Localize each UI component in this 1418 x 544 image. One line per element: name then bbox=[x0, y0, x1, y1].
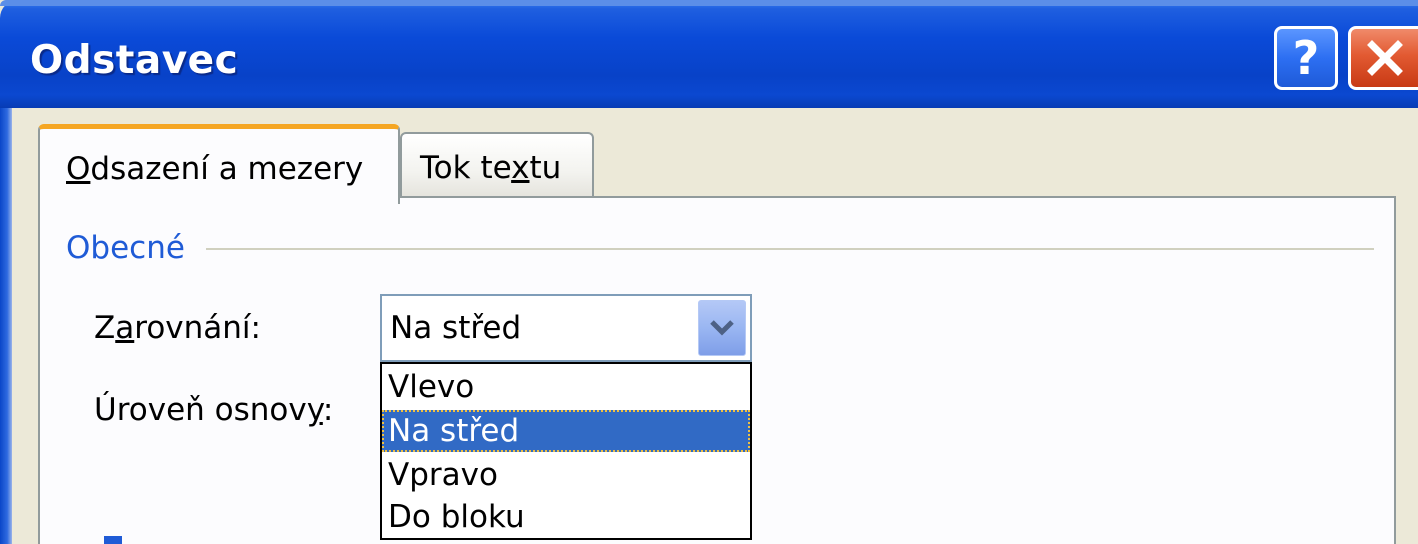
tab-label: Odsazení a mezery bbox=[66, 151, 364, 187]
dropdown-option-right[interactable]: Vpravo bbox=[382, 454, 750, 496]
tab-line-and-page-breaks[interactable]: Tok textu bbox=[400, 132, 594, 198]
paragraph-dialog: Odstavec ? Odsazení a mezery Tok textu O… bbox=[0, 0, 1418, 544]
alignment-dropdown-list: Vlevo Na střed Vpravo Do bloku bbox=[380, 362, 752, 540]
tab-label: Tok textu bbox=[420, 150, 562, 186]
outline-level-label: Úroveň osnovy: bbox=[94, 392, 334, 428]
dropdown-option-center[interactable]: Na střed bbox=[382, 410, 750, 452]
dropdown-option-left[interactable]: Vlevo bbox=[382, 366, 750, 408]
window-frame-left bbox=[0, 108, 12, 544]
general-group-label: Obecné bbox=[66, 230, 185, 266]
alignment-select[interactable]: Na střed bbox=[380, 294, 752, 362]
tab-indents-and-spacing[interactable]: Odsazení a mezery bbox=[38, 124, 400, 204]
alignment-label: Zarovnání: bbox=[94, 310, 261, 346]
title-bar-highlight bbox=[0, 0, 1418, 6]
dialog-title: Odstavec bbox=[30, 38, 239, 83]
group-divider bbox=[206, 248, 1374, 250]
chevron-down-icon bbox=[710, 320, 734, 336]
title-bar[interactable]: Odstavec ? bbox=[0, 0, 1418, 108]
alignment-select-value: Na střed bbox=[390, 310, 522, 346]
dropdown-button[interactable] bbox=[698, 300, 746, 356]
help-icon: ? bbox=[1292, 31, 1320, 85]
clipped-group-label bbox=[94, 536, 214, 544]
close-button[interactable] bbox=[1348, 26, 1418, 90]
help-button[interactable]: ? bbox=[1274, 26, 1338, 90]
dropdown-option-justify[interactable]: Do bloku bbox=[382, 496, 750, 538]
close-icon bbox=[1366, 40, 1403, 76]
